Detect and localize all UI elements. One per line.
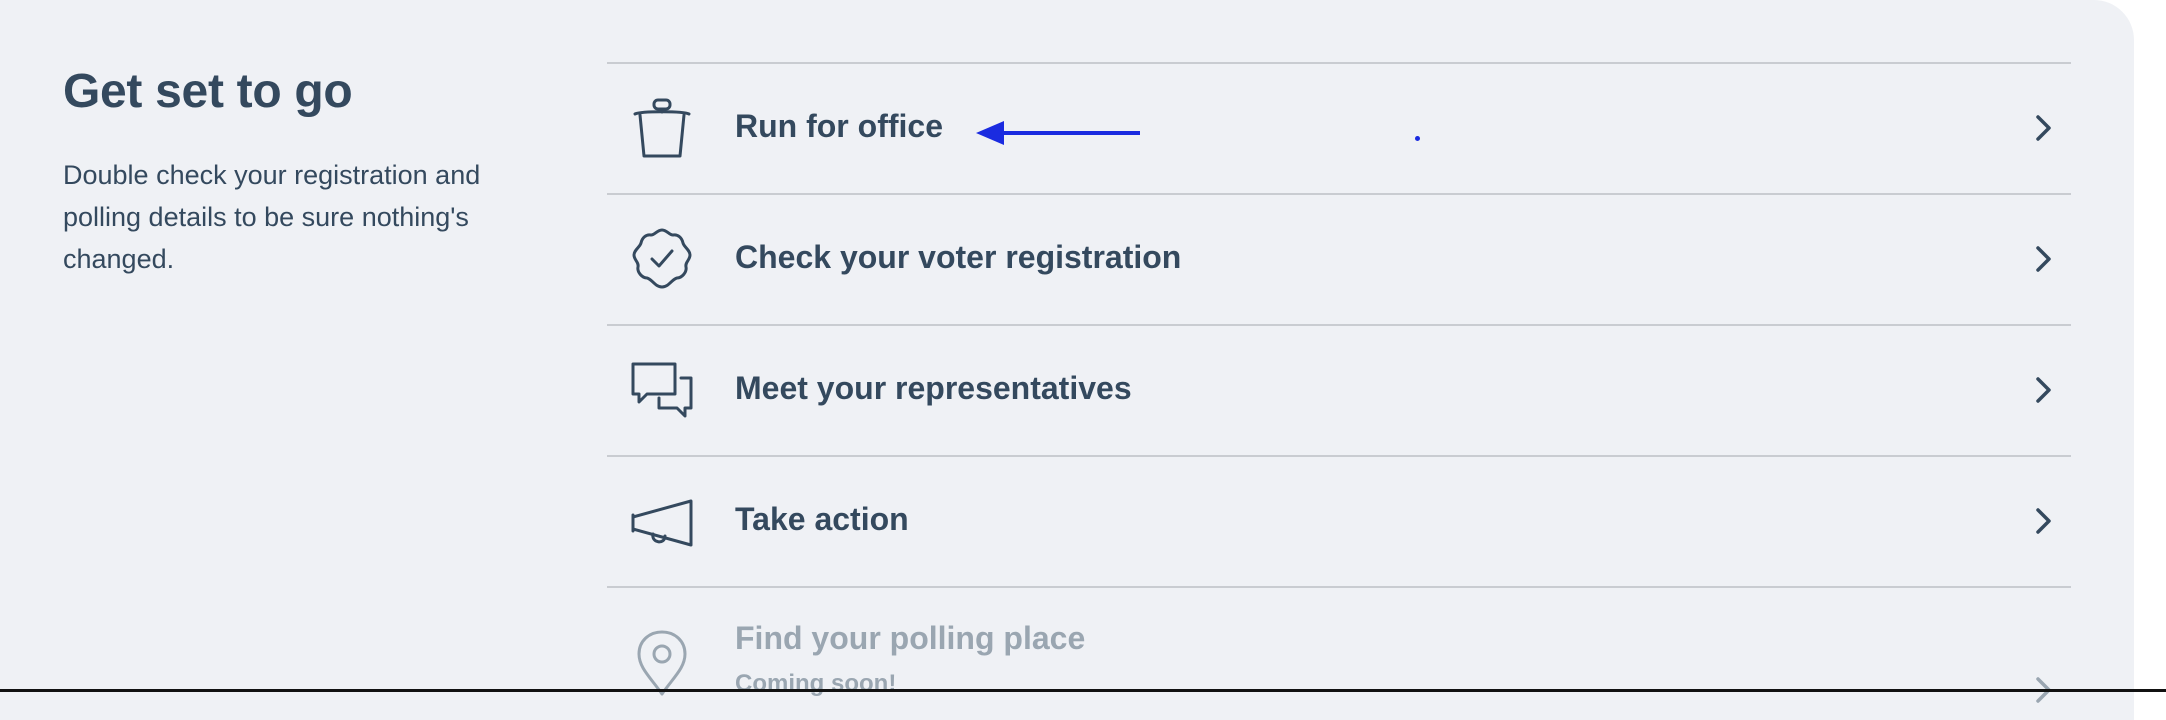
annotation-arrow-icon — [976, 121, 1140, 145]
take-action-row[interactable]: Take action — [607, 455, 2071, 586]
chevron-right-icon — [2025, 241, 2061, 277]
take-action-label: Take action — [735, 501, 909, 537]
chevron-right-icon — [2025, 372, 2061, 408]
badge-check-icon — [627, 225, 697, 295]
podium-icon — [627, 94, 697, 164]
annotation-dot — [1415, 136, 1420, 141]
chevron-right-icon — [2025, 110, 2061, 146]
find-polling-place-row: Find your polling place Coming soon! — [607, 586, 2071, 717]
run-for-office-label: Run for office — [735, 108, 943, 144]
meet-representatives-row[interactable]: Meet your representatives — [607, 324, 2071, 455]
map-pin-icon — [627, 628, 697, 698]
section-description: Double check your registration and polli… — [63, 160, 481, 274]
megaphone-icon — [627, 487, 697, 557]
section-title: Get set to go — [63, 65, 353, 118]
run-for-office-row[interactable]: Run for office — [607, 62, 2071, 193]
get-set-to-go-card: Get set to go Double check your registra… — [0, 0, 2134, 720]
action-list: Run for office Check your voter registra… — [607, 62, 2071, 717]
chat-bubbles-icon — [627, 356, 697, 426]
chevron-right-icon — [2025, 503, 2061, 539]
coming-soon-label: Coming soon! — [735, 670, 897, 697]
check-voter-registration-row[interactable]: Check your voter registration — [607, 193, 2071, 324]
check-voter-registration-label: Check your voter registration — [735, 239, 1182, 275]
intro-section: Get set to go Double check your registra… — [63, 58, 533, 280]
meet-representatives-label: Meet your representatives — [735, 370, 1132, 406]
find-polling-place-label: Find your polling place — [735, 620, 1086, 656]
